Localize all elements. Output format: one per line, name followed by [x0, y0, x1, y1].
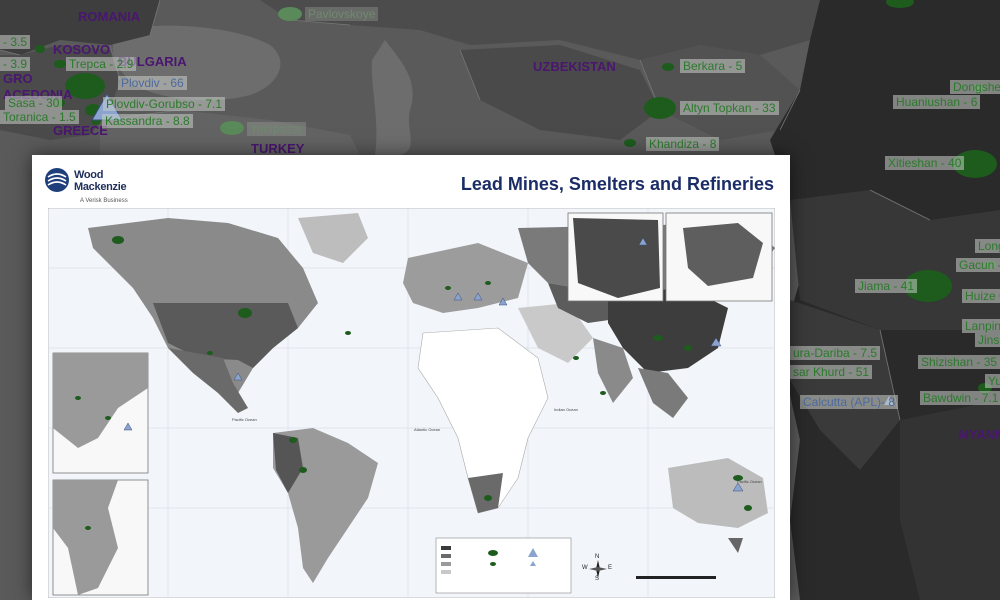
mine-marker [485, 281, 491, 285]
site-label: Huize G [962, 289, 1000, 303]
mine-marker [744, 505, 752, 511]
logo-word-2: Mackenzie [74, 181, 127, 193]
mine-marker [662, 63, 674, 71]
country-label: UZBEKISTAN [533, 59, 616, 74]
mine-marker [220, 121, 244, 135]
ocean-label: Atlantic Ocean [414, 427, 441, 432]
site-label: Lanping [962, 319, 1000, 333]
site-label: Bawdwin - 7.1 [920, 391, 1000, 405]
mine-marker [289, 437, 297, 443]
mine-marker [75, 396, 81, 400]
map-legend [435, 537, 572, 594]
wood-mackenzie-logo-icon [45, 168, 69, 192]
site-label: - 3.5 [0, 35, 31, 49]
mine-marker [653, 335, 663, 341]
mine-marker [35, 45, 45, 53]
mine-marker [105, 416, 111, 420]
mine-marker [345, 331, 351, 335]
country-label: ROMANIA [78, 9, 141, 24]
site-label: Plovdiv - 66 [118, 76, 187, 90]
poster-title: Lead Mines, Smelters and Refineries [460, 174, 774, 194]
mine-marker [624, 139, 636, 147]
country-label: GRO [3, 71, 33, 86]
world-map [48, 208, 775, 598]
mine-marker [299, 467, 307, 473]
country-label: MYANM [958, 427, 1000, 442]
mine-marker [85, 526, 91, 530]
mine-marker [484, 495, 492, 501]
mine-marker [207, 351, 213, 355]
mine-marker [684, 345, 692, 351]
site-label: Berkara - 5 [680, 59, 746, 73]
site-label: Toranica - 1.5 [0, 110, 79, 124]
compass-e: E [608, 565, 613, 571]
site-label: Jiama - 41 [855, 279, 918, 293]
site-label: Gacun - [956, 258, 1000, 272]
ocean-label: Indian Ocean [554, 407, 578, 412]
mine-marker [238, 308, 252, 318]
site-label: Jinsh [975, 333, 1000, 347]
site-label: Yenipazar [247, 122, 306, 136]
site-label: Plovdiv-Gorubso - 7.1 [103, 97, 226, 111]
mine-marker [278, 7, 302, 21]
site-label: - 3.9 [0, 57, 31, 71]
site-label: Yu [985, 374, 1000, 388]
site-label: Kassandra - 8.8 [102, 114, 193, 128]
mine-marker [112, 236, 124, 244]
site-label: Khandiza - 8 [646, 137, 720, 151]
poster-map: Wood Mackenzie A Verisk Business Lead Mi… [32, 155, 790, 600]
mine-marker [573, 356, 579, 360]
ocean-label: Pacific Ocean [737, 479, 762, 484]
mine-marker [54, 60, 66, 68]
site-label: Calcutta (APL)- 8 [800, 395, 899, 409]
mine-marker [445, 286, 451, 290]
site-label: Trepca - 2.9 [66, 57, 137, 71]
site-label: sar Khurd - 51 [790, 365, 873, 379]
site-label: Pavlovskoye [305, 7, 379, 21]
wood-mackenzie-logo: Wood Mackenzie A Verisk Business [44, 167, 154, 207]
site-label: Xitieshan - 40 [885, 156, 965, 170]
scale-bar [636, 576, 716, 579]
mine-marker [644, 97, 676, 119]
compass-w: W [582, 565, 588, 571]
site-label: Long [975, 239, 1000, 253]
site-label: Huaniushan - 6 [893, 95, 981, 109]
site-label: Shizishan - 35 [918, 355, 1000, 369]
site-label: ura-Dariba - 7.5 [790, 346, 881, 360]
compass-rose-icon [589, 560, 607, 578]
ocean-label: Pacific Ocean [232, 417, 257, 422]
logo-tagline: A Verisk Business [80, 198, 128, 204]
country-label: KOSOVO [53, 42, 111, 57]
site-label: Dongshen [950, 80, 1000, 94]
country-label: TURKEY [251, 141, 305, 156]
logo-word-1: Wood [74, 169, 104, 181]
site-label: Altyn Topkan - 33 [680, 101, 779, 115]
site-label: Sasa - 30 [5, 96, 63, 110]
mine-marker [600, 391, 606, 395]
